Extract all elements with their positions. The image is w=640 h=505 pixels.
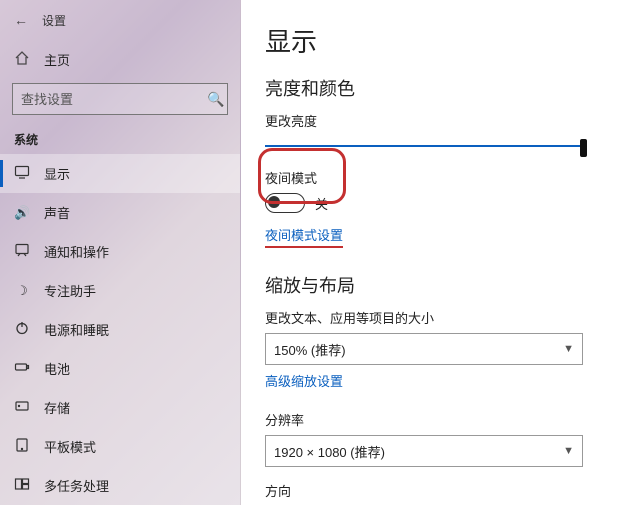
scale-value: 150% (推荐) [274, 340, 346, 359]
nav-list: 显示🔊声音通知和操作☽专注助手电源和睡眠电池存储平板模式多任务处理投影到此电脑 [0, 154, 240, 505]
chevron-down-icon: ▼ [563, 343, 574, 355]
slider-thumb-icon[interactable] [580, 139, 587, 157]
resolution-value: 1920 × 1080 (推荐) [274, 442, 385, 461]
resolution-combo[interactable]: 1920 × 1080 (推荐) ▼ [265, 435, 583, 467]
focus-icon: ☽ [14, 282, 30, 299]
home-icon [14, 50, 30, 69]
resolution-label: 分辨率 [265, 410, 614, 429]
sidebar-item-tablet[interactable]: 平板模式 [0, 427, 240, 466]
sidebar-item-label: 电源和睡眠 [44, 320, 109, 339]
home-label: 主页 [44, 50, 70, 69]
sidebar-item-label: 存储 [44, 398, 70, 417]
orientation-label: 方向 [265, 481, 614, 500]
sound-icon: 🔊 [14, 204, 30, 221]
main-panel: 显示 亮度和颜色 更改亮度 夜间模式 关 夜间模式设置 缩放与布局 更改文本、应… [241, 0, 640, 505]
sidebar-item-label: 电池 [44, 359, 70, 378]
notify-icon [14, 242, 30, 261]
night-mode-settings-link[interactable]: 夜间模式设置 [265, 225, 343, 248]
app-title: 设置 [42, 12, 66, 29]
sidebar-item-label: 通知和操作 [44, 242, 109, 261]
back-icon[interactable]: ← [14, 12, 28, 28]
brightness-label: 更改亮度 [265, 111, 614, 130]
search-field[interactable] [13, 92, 205, 107]
sidebar-item-display[interactable]: 显示 [0, 154, 240, 193]
sidebar-item-multitask[interactable]: 多任务处理 [0, 466, 240, 505]
night-mode-state: 关 [315, 194, 328, 213]
sidebar-item-focus[interactable]: ☽ 专注助手 [0, 271, 240, 310]
category-header: 系统 [0, 125, 240, 154]
section-brightness: 亮度和颜色 [265, 75, 614, 101]
sidebar-item-label: 专注助手 [44, 281, 96, 300]
brightness-slider[interactable] [265, 136, 585, 156]
home-button[interactable]: 主页 [0, 40, 240, 79]
titlebar: ← 设置 [0, 0, 240, 40]
sidebar-item-storage[interactable]: 存储 [0, 388, 240, 427]
sidebar-item-notify[interactable]: 通知和操作 [0, 232, 240, 271]
tablet-icon [14, 437, 30, 456]
sidebar: ← 设置 主页 🔍 系统 显示 🔊 声音通知和操作 ☽ 专注助手电源和睡眠电池存储平板模… [0, 0, 241, 505]
scale-label: 更改文本、应用等项目的大小 [265, 308, 614, 327]
multitask-icon [14, 476, 30, 495]
search-icon: 🔍 [205, 91, 227, 108]
section-scale: 缩放与布局 [265, 272, 614, 298]
display-icon [14, 164, 30, 183]
scale-combo[interactable]: 150% (推荐) ▼ [265, 333, 583, 365]
storage-icon [14, 398, 30, 417]
sidebar-item-power[interactable]: 电源和睡眠 [0, 310, 240, 349]
sidebar-item-sound[interactable]: 🔊 声音 [0, 193, 240, 232]
advanced-scale-link[interactable]: 高级缩放设置 [265, 371, 343, 390]
page-title: 显示 [265, 22, 614, 59]
chevron-down-icon: ▼ [563, 445, 574, 457]
battery-icon [14, 359, 30, 378]
sidebar-item-battery[interactable]: 电池 [0, 349, 240, 388]
sidebar-item-label: 多任务处理 [44, 476, 109, 495]
night-mode-toggle[interactable] [265, 193, 305, 213]
night-mode-label: 夜间模式 [265, 168, 614, 187]
power-icon [14, 320, 30, 339]
sidebar-item-label: 显示 [44, 164, 70, 183]
sidebar-item-label: 平板模式 [44, 437, 96, 456]
search-input[interactable]: 🔍 [12, 83, 228, 115]
sidebar-item-label: 声音 [44, 203, 70, 222]
